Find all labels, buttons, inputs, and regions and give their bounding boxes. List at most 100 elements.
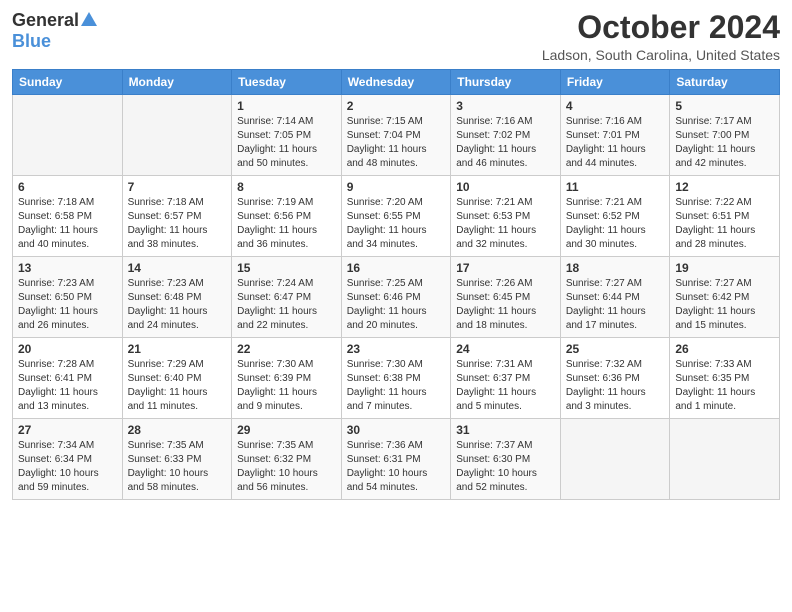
day-number: 19 xyxy=(675,261,774,275)
month-title: October 2024 xyxy=(542,10,780,45)
day-number: 24 xyxy=(456,342,555,356)
calendar-cell: 14 Sunrise: 7:23 AMSunset: 6:48 PMDayligh… xyxy=(122,257,232,338)
calendar-cell: 12 Sunrise: 7:22 AMSunset: 6:51 PMDayligh… xyxy=(670,176,780,257)
day-info: Sunrise: 7:18 AMSunset: 6:57 PMDaylight:… xyxy=(128,196,227,252)
calendar-cell: 26 Sunrise: 7:33 AMSunset: 6:35 PMDayligh… xyxy=(670,338,780,419)
day-info: Sunrise: 7:35 AMSunset: 6:33 PMDaylight:… xyxy=(128,439,227,495)
calendar-cell: 10 Sunrise: 7:21 AMSunset: 6:53 PMDayligh… xyxy=(451,176,561,257)
day-number: 31 xyxy=(456,423,555,437)
day-info: Sunrise: 7:26 AMSunset: 6:45 PMDaylight:… xyxy=(456,277,555,333)
day-info: Sunrise: 7:30 AMSunset: 6:39 PMDaylight:… xyxy=(237,358,336,414)
calendar-day-header-sunday: Sunday xyxy=(13,70,123,95)
calendar-cell: 27 Sunrise: 7:34 AMSunset: 6:34 PMDayligh… xyxy=(13,419,123,500)
day-number: 5 xyxy=(675,99,774,113)
calendar-cell: 13 Sunrise: 7:23 AMSunset: 6:50 PMDayligh… xyxy=(13,257,123,338)
day-info: Sunrise: 7:30 AMSunset: 6:38 PMDaylight:… xyxy=(347,358,446,414)
calendar-cell: 16Sunrise: 7:25 AMSunset: 6:46 PMDayligh… xyxy=(341,257,451,338)
day-number: 18 xyxy=(566,261,665,275)
day-info: Sunrise: 7:21 AMSunset: 6:52 PMDaylight:… xyxy=(566,196,665,252)
day-info: Sunrise: 7:14 AMSunset: 7:05 PMDaylight:… xyxy=(237,115,336,171)
day-number: 22 xyxy=(237,342,336,356)
day-info: Sunrise: 7:29 AMSunset: 6:40 PMDaylight:… xyxy=(128,358,227,414)
day-info: Sunrise: 7:23 AMSunset: 6:50 PMDaylight:… xyxy=(18,277,117,333)
day-number: 13 xyxy=(18,261,117,275)
page-container: General Blue October 2024 Ladson, South … xyxy=(0,0,792,510)
day-info: Sunrise: 7:19 AMSunset: 6:56 PMDaylight:… xyxy=(237,196,336,252)
calendar-cell: 25 Sunrise: 7:32 AMSunset: 6:36 PMDayligh… xyxy=(560,338,670,419)
day-info: Sunrise: 7:36 AMSunset: 6:31 PMDaylight:… xyxy=(347,439,446,495)
calendar-cell: 8Sunrise: 7:19 AMSunset: 6:56 PMDaylight… xyxy=(232,176,342,257)
day-number: 9 xyxy=(347,180,446,194)
calendar-cell: 2Sunrise: 7:15 AMSunset: 7:04 PMDaylight… xyxy=(341,95,451,176)
day-number: 29 xyxy=(237,423,336,437)
day-number: 21 xyxy=(128,342,227,356)
day-info: Sunrise: 7:34 AMSunset: 6:34 PMDaylight:… xyxy=(18,439,117,495)
day-number: 20 xyxy=(18,342,117,356)
calendar-cell: 11 Sunrise: 7:21 AMSunset: 6:52 PMDayligh… xyxy=(560,176,670,257)
calendar-week-row-2: 6Sunrise: 7:18 AMSunset: 6:58 PMDaylight… xyxy=(13,176,780,257)
day-number: 14 xyxy=(128,261,227,275)
day-number: 12 xyxy=(675,180,774,194)
calendar-cell: 1 Sunrise: 7:14 AMSunset: 7:05 PMDaylight… xyxy=(232,95,342,176)
day-info: Sunrise: 7:24 AMSunset: 6:47 PMDaylight:… xyxy=(237,277,336,333)
calendar-cell: 22 Sunrise: 7:30 AMSunset: 6:39 PMDayligh… xyxy=(232,338,342,419)
day-info: Sunrise: 7:31 AMSunset: 6:37 PMDaylight:… xyxy=(456,358,555,414)
calendar-cell xyxy=(670,419,780,500)
day-info: Sunrise: 7:25 AMSunset: 6:46 PMDaylight:… xyxy=(347,277,446,333)
calendar-cell: 31Sunrise: 7:37 AMSunset: 6:30 PMDayligh… xyxy=(451,419,561,500)
calendar-cell: 9 Sunrise: 7:20 AMSunset: 6:55 PMDaylight… xyxy=(341,176,451,257)
calendar-day-header-saturday: Saturday xyxy=(670,70,780,95)
day-info: Sunrise: 7:23 AMSunset: 6:48 PMDaylight:… xyxy=(128,277,227,333)
day-info: Sunrise: 7:28 AMSunset: 6:41 PMDaylight:… xyxy=(18,358,117,414)
day-number: 28 xyxy=(128,423,227,437)
day-info: Sunrise: 7:21 AMSunset: 6:53 PMDaylight:… xyxy=(456,196,555,252)
header: General Blue October 2024 Ladson, South … xyxy=(12,10,780,63)
calendar-day-header-thursday: Thursday xyxy=(451,70,561,95)
calendar-cell: 30 Sunrise: 7:36 AMSunset: 6:31 PMDayligh… xyxy=(341,419,451,500)
calendar-cell: 28 Sunrise: 7:35 AMSunset: 6:33 PMDayligh… xyxy=(122,419,232,500)
logo-general-text: General xyxy=(12,10,79,31)
day-number: 6 xyxy=(18,180,117,194)
calendar-cell: 17Sunrise: 7:26 AMSunset: 6:45 PMDayligh… xyxy=(451,257,561,338)
calendar-cell: 5Sunrise: 7:17 AMSunset: 7:00 PMDaylight… xyxy=(670,95,780,176)
day-info: Sunrise: 7:22 AMSunset: 6:51 PMDaylight:… xyxy=(675,196,774,252)
calendar-week-row-4: 20 Sunrise: 7:28 AMSunset: 6:41 PMDayligh… xyxy=(13,338,780,419)
day-number: 1 xyxy=(237,99,336,113)
logo-blue-text: Blue xyxy=(12,31,51,52)
calendar-cell: 15Sunrise: 7:24 AMSunset: 6:47 PMDayligh… xyxy=(232,257,342,338)
calendar-cell xyxy=(13,95,123,176)
day-info: Sunrise: 7:33 AMSunset: 6:35 PMDaylight:… xyxy=(675,358,774,414)
day-info: Sunrise: 7:27 AMSunset: 6:42 PMDaylight:… xyxy=(675,277,774,333)
calendar-day-header-monday: Monday xyxy=(122,70,232,95)
calendar-cell: 20 Sunrise: 7:28 AMSunset: 6:41 PMDayligh… xyxy=(13,338,123,419)
day-info: Sunrise: 7:27 AMSunset: 6:44 PMDaylight:… xyxy=(566,277,665,333)
calendar-cell: 3Sunrise: 7:16 AMSunset: 7:02 PMDaylight… xyxy=(451,95,561,176)
logo: General Blue xyxy=(12,10,97,52)
day-number: 25 xyxy=(566,342,665,356)
calendar-day-header-wednesday: Wednesday xyxy=(341,70,451,95)
calendar-week-row-5: 27 Sunrise: 7:34 AMSunset: 6:34 PMDayligh… xyxy=(13,419,780,500)
day-number: 26 xyxy=(675,342,774,356)
calendar-cell: 6Sunrise: 7:18 AMSunset: 6:58 PMDaylight… xyxy=(13,176,123,257)
logo-triangle-icon xyxy=(81,12,97,26)
day-number: 10 xyxy=(456,180,555,194)
day-number: 30 xyxy=(347,423,446,437)
location-text: Ladson, South Carolina, United States xyxy=(542,47,780,63)
day-number: 23 xyxy=(347,342,446,356)
day-number: 7 xyxy=(128,180,227,194)
calendar-header-row: SundayMondayTuesdayWednesdayThursdayFrid… xyxy=(13,70,780,95)
calendar-cell: 19 Sunrise: 7:27 AMSunset: 6:42 PMDayligh… xyxy=(670,257,780,338)
day-info: Sunrise: 7:20 AMSunset: 6:55 PMDaylight:… xyxy=(347,196,446,252)
calendar-cell: 21 Sunrise: 7:29 AMSunset: 6:40 PMDayligh… xyxy=(122,338,232,419)
calendar-day-header-tuesday: Tuesday xyxy=(232,70,342,95)
day-number: 4 xyxy=(566,99,665,113)
calendar-cell: 23 Sunrise: 7:30 AMSunset: 6:38 PMDayligh… xyxy=(341,338,451,419)
day-info: Sunrise: 7:32 AMSunset: 6:36 PMDaylight:… xyxy=(566,358,665,414)
day-info: Sunrise: 7:16 AMSunset: 7:02 PMDaylight:… xyxy=(456,115,555,171)
day-number: 27 xyxy=(18,423,117,437)
title-block: October 2024 Ladson, South Carolina, Uni… xyxy=(542,10,780,63)
calendar-week-row-3: 13 Sunrise: 7:23 AMSunset: 6:50 PMDayligh… xyxy=(13,257,780,338)
day-info: Sunrise: 7:15 AMSunset: 7:04 PMDaylight:… xyxy=(347,115,446,171)
calendar-cell: 4Sunrise: 7:16 AMSunset: 7:01 PMDaylight… xyxy=(560,95,670,176)
day-number: 11 xyxy=(566,180,665,194)
